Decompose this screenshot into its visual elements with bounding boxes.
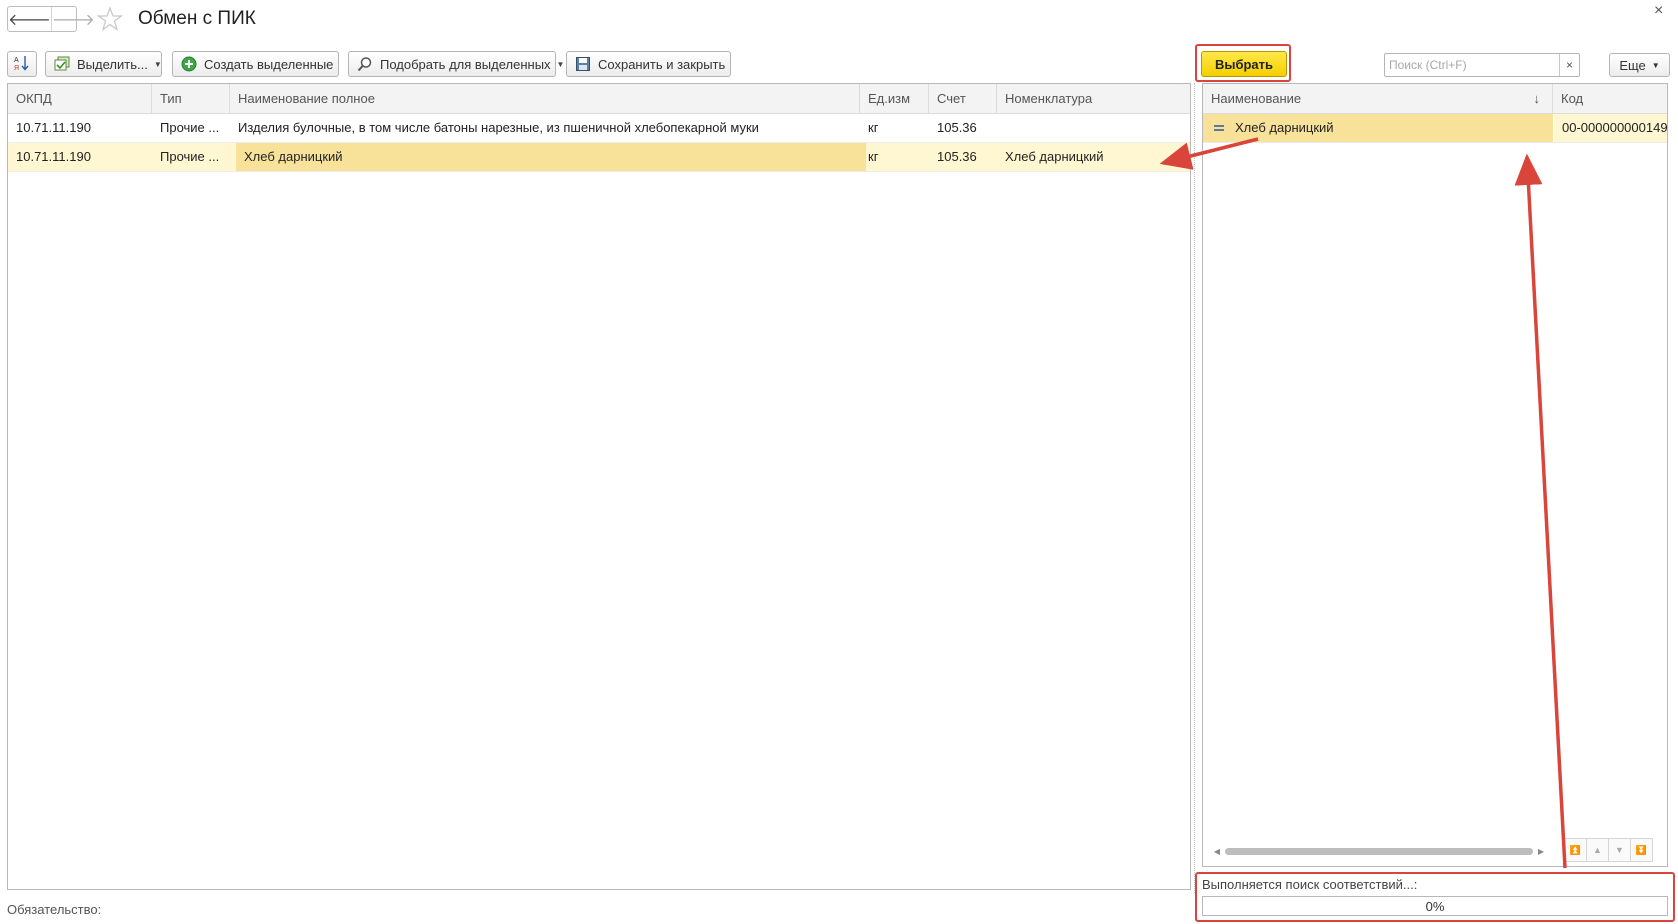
cell-okpd: 10.71.11.190	[16, 120, 91, 135]
search-box: ×	[1384, 53, 1580, 77]
svg-text:А: А	[14, 57, 19, 64]
close-icon[interactable]: ×	[1654, 2, 1663, 20]
create-selected-label: Создать выделенные	[204, 56, 334, 72]
sort-arrow-icon: ↓	[1533, 91, 1541, 106]
first-page-icon[interactable]: ⏫	[1564, 838, 1587, 862]
column-header-type[interactable]: Тип	[152, 84, 230, 114]
chevron-down-icon: ▼	[153, 59, 162, 69]
item-name: Хлеб дарницкий	[1235, 120, 1334, 135]
more-label: Еще	[1619, 57, 1646, 73]
column-header-name-label: Наименование	[1211, 91, 1302, 106]
page-up-icon[interactable]: ▲	[1586, 838, 1609, 862]
save-and-close-button[interactable]: Сохранить и закрыть	[566, 51, 731, 77]
page-title: Обмен с ПИК	[138, 8, 256, 29]
pick-for-selected-button[interactable]: Подобрать для выделенных ▼	[348, 51, 564, 77]
select-label: Выделить...	[77, 56, 148, 72]
scroll-left-icon[interactable]: ◀	[1211, 847, 1223, 856]
cell-account: 105.36	[937, 120, 977, 135]
item-name-cell: Хлеб дарницкий	[1203, 114, 1553, 142]
cell-nomenclature: Хлеб дарницкий	[1005, 149, 1104, 164]
sort-icon: АЯ	[13, 54, 31, 75]
cell-full-name: Изделия булочные, в том числе батоны нар…	[238, 120, 759, 135]
forward-button[interactable]: 🡒	[50, 7, 95, 31]
column-header-unit[interactable]: Ед.изм	[860, 84, 929, 114]
favorite-star-icon[interactable]	[96, 6, 124, 32]
page-down-icon[interactable]: ▼	[1608, 838, 1631, 862]
chevron-down-icon: ▼	[556, 59, 565, 69]
scroll-track	[1223, 847, 1535, 855]
cell-unit: кг	[868, 149, 879, 164]
select-rows-icon	[54, 56, 70, 72]
table-header: ОКПД Тип Наименование полное Ед.изм Счет…	[8, 84, 1190, 114]
list-item-selected[interactable]: Хлеб дарницкий 00-000000000149	[1203, 114, 1667, 143]
arrow-left-icon: 🡐	[8, 11, 51, 29]
okpd-table: ОКПД Тип Наименование полное Ед.изм Счет…	[7, 83, 1191, 890]
column-header-name[interactable]: Наименование ↓	[1203, 84, 1553, 114]
back-button[interactable]: 🡐	[8, 7, 51, 31]
sort-button[interactable]: АЯ	[7, 51, 37, 77]
pick-label: Подобрать для выделенных	[380, 56, 551, 72]
progress-text: 0%	[1425, 898, 1445, 914]
magnifier-icon	[357, 56, 373, 72]
progress-bar: 0%	[1202, 896, 1668, 916]
column-header-nomenclature[interactable]: Номенклатура	[997, 84, 1190, 114]
list-header: Наименование ↓ Код	[1203, 84, 1667, 114]
column-header-full-name[interactable]: Наименование полное	[230, 84, 860, 114]
list-pager: ⏫ ▲ ▼ ⏬	[1564, 838, 1653, 862]
table-row[interactable]: 10.71.11.190 Прочие ... Изделия булочные…	[8, 114, 1190, 143]
cell-full-name-focused[interactable]: Хлеб дарницкий	[236, 143, 866, 171]
add-circle-icon	[181, 56, 197, 72]
progress-label: Выполняется поиск соответствий...:	[1202, 877, 1418, 892]
item-code: 00-000000000149	[1553, 114, 1667, 142]
column-header-account[interactable]: Счет	[929, 84, 997, 114]
column-header-okpd[interactable]: ОКПД	[8, 84, 152, 114]
svg-text:Я: Я	[14, 65, 19, 72]
nomenclature-list: Наименование ↓ Код Хлеб дарницкий 00-000…	[1202, 83, 1668, 867]
column-header-code[interactable]: Код	[1553, 84, 1667, 114]
obligation-label: Обязательство:	[7, 902, 102, 917]
save-close-label: Сохранить и закрыть	[598, 56, 726, 72]
cell-type: Прочие ...	[160, 149, 220, 164]
create-selected-button[interactable]: Создать выделенные	[172, 51, 339, 77]
more-menu-button[interactable]: Еще ▼	[1609, 53, 1670, 77]
horizontal-scrollbar[interactable]: ◀ ▶	[1211, 844, 1547, 858]
cell-account: 105.36	[937, 149, 977, 164]
scroll-thumb[interactable]	[1225, 847, 1533, 855]
scroll-right-icon[interactable]: ▶	[1535, 847, 1547, 856]
cell-type: Прочие ...	[160, 120, 220, 135]
cell-okpd: 10.71.11.190	[16, 149, 91, 164]
last-page-icon[interactable]: ⏬	[1630, 838, 1653, 862]
select-dropdown-button[interactable]: Выделить... ▼	[45, 51, 162, 77]
panel-splitter[interactable]	[1194, 83, 1195, 893]
chevron-down-icon: ▼	[1651, 60, 1660, 70]
floppy-disk-icon	[575, 56, 591, 72]
search-input[interactable]	[1385, 54, 1559, 76]
item-element-icon	[1214, 125, 1224, 131]
cell-unit: кг	[868, 120, 879, 135]
table-row-selected[interactable]: 10.71.11.190 Прочие ... Хлеб дарницкий к…	[8, 143, 1190, 172]
cell-nomenclature	[997, 114, 1190, 142]
choose-button[interactable]: Выбрать	[1201, 51, 1287, 77]
navigation-buttons: 🡐 🡒	[7, 6, 95, 32]
arrow-right-icon: 🡒	[51, 11, 95, 29]
clear-search-icon[interactable]: ×	[1559, 54, 1579, 76]
